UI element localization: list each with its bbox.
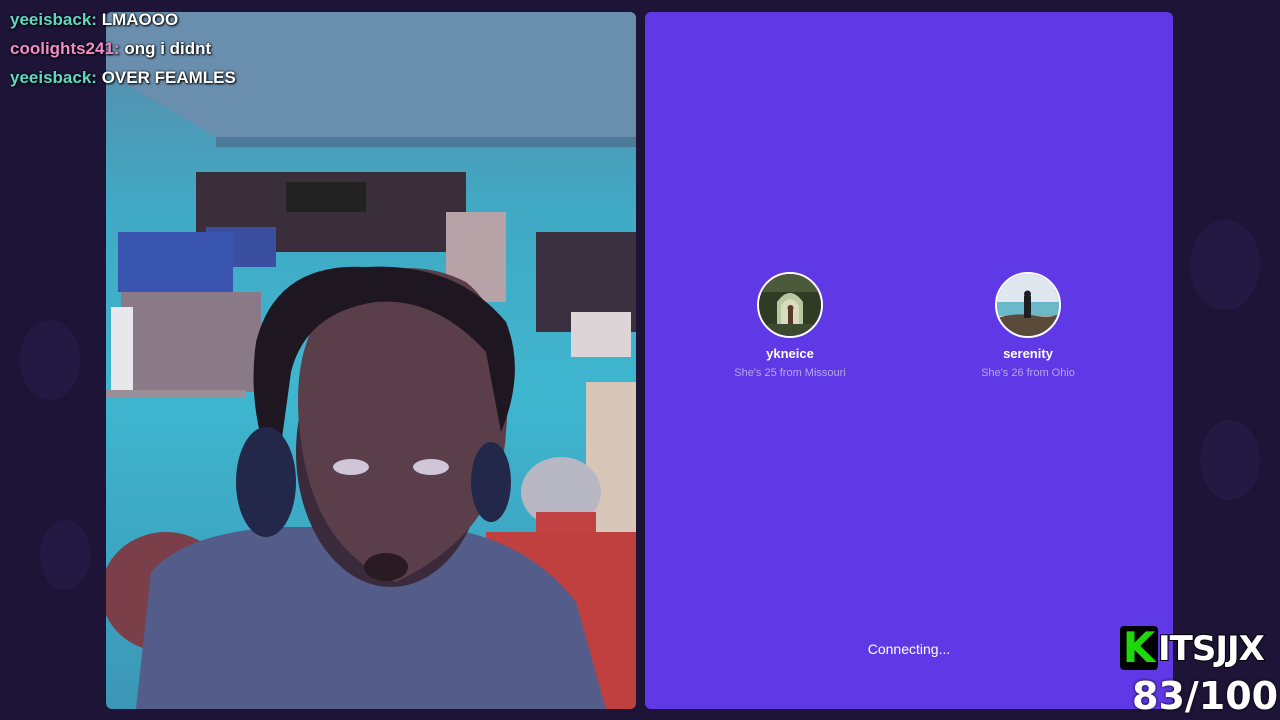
webcam-feed — [106, 12, 636, 709]
chat-username: coolights241 — [10, 39, 114, 58]
chat-text: ong i didnt — [124, 39, 212, 58]
connection-status: Connecting... — [867, 641, 951, 657]
chat-message: yeeisback: OVER FEAMLES — [10, 63, 236, 92]
profile-description: She's 25 from Missouri — [734, 367, 846, 379]
avatar-image — [997, 274, 1059, 336]
chat-separator: : — [113, 39, 120, 58]
profile-card[interactable]: ykneice She's 25 from Missouri — [690, 272, 890, 379]
background-pattern — [20, 320, 80, 400]
background-pattern — [1190, 220, 1260, 310]
chat-message: coolights241: ong i didnt — [10, 34, 236, 63]
profile-avatar — [757, 272, 823, 338]
streamer-logo: K ITSJJX — [1120, 626, 1278, 670]
chat-message: yeeisback: LMAOOO — [10, 5, 236, 34]
kick-logo-icon: K — [1120, 626, 1158, 670]
profile-name: serenity — [1003, 346, 1053, 361]
chat-overlay: yeeisback: LMAOOO coolights241: ong i di… — [10, 5, 236, 92]
webcam-scene — [106, 12, 636, 709]
chat-text: OVER FEAMLES — [101, 68, 236, 87]
chat-separator: : — [91, 68, 97, 87]
profile-card[interactable]: serenity She's 26 from Ohio — [928, 272, 1128, 379]
streamer-name: ITSJJX — [1157, 628, 1266, 670]
chat-separator: : — [91, 10, 97, 29]
avatar-image — [759, 274, 821, 336]
background-pattern — [40, 520, 90, 590]
background-pattern — [1200, 420, 1260, 500]
chat-username: yeeisback — [10, 10, 92, 29]
profile-description: She's 26 from Ohio — [981, 367, 1075, 379]
chat-text: LMAOOO — [101, 10, 179, 29]
progress-counter: 83/100 — [1132, 674, 1279, 718]
profile-avatar — [995, 272, 1061, 338]
video-chat-panel: ykneice She's 25 from Missouri serenity … — [645, 12, 1173, 709]
profile-name: ykneice — [766, 346, 814, 361]
chat-username: yeeisback — [10, 68, 92, 87]
